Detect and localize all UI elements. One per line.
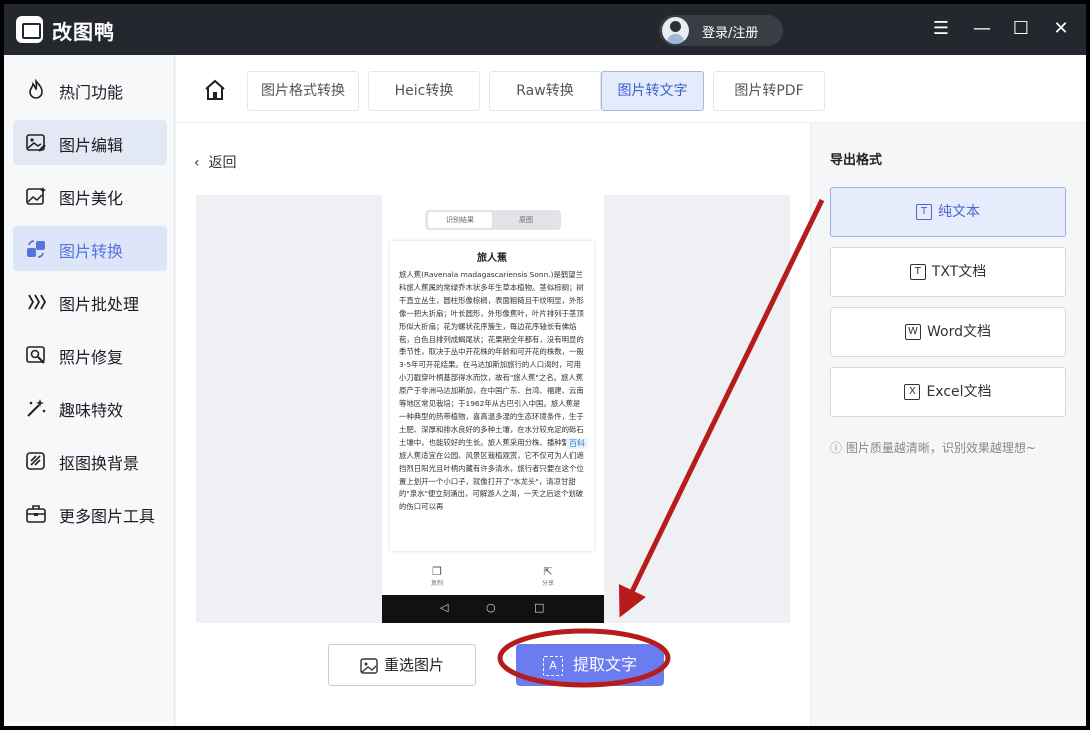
image-icon <box>360 657 378 674</box>
nav-recent-icon: □ <box>534 601 545 614</box>
copy-icon: ❐ <box>432 565 442 578</box>
nav-back-icon: ◁ <box>440 601 449 614</box>
avatar <box>662 17 689 44</box>
reselect-image-button[interactable]: 重选图片 <box>328 644 476 686</box>
export-title: 导出格式 <box>830 153 883 168</box>
reselect-label: 重选图片 <box>383 656 444 674</box>
format-excel[interactable]: X Excel文档 <box>830 367 1066 417</box>
text-icon: T <box>916 204 932 220</box>
maximize-button[interactable]: ☐ <box>1009 17 1033 41</box>
format-plain-text[interactable]: T 纯文本 <box>830 187 1066 237</box>
sidebar-item-label: 图片美化 <box>59 189 124 208</box>
minimize-button[interactable]: — <box>970 17 994 41</box>
app-logo-icon <box>16 16 43 43</box>
doc-title: 旅人蕉 <box>477 253 507 264</box>
sidebar-item-repair[interactable]: 照片修复 <box>13 332 167 377</box>
ocr-icon: A <box>542 655 563 676</box>
app-title: 改图鸭 <box>52 20 115 44</box>
sidebar-item-beautify[interactable]: 图片美化 <box>13 173 167 218</box>
main-content: ‹ 返回 识别结果 原图 旅人蕉 旅人蕉(Ravenala madagascar… <box>176 123 810 726</box>
format-txt[interactable]: T TXT文档 <box>830 247 1066 297</box>
convert-icon <box>27 240 45 258</box>
sidebar-item-label: 图片编辑 <box>59 136 124 155</box>
txt-file-icon: T <box>909 264 926 280</box>
phone-copy: ❐ 复制 <box>422 565 452 587</box>
sidebar-item-hot[interactable]: 热门功能 <box>13 67 167 112</box>
nav-home-icon: ○ <box>486 601 496 614</box>
phone-segment: 识别结果 原图 <box>425 210 561 230</box>
phone-tab-result: 识别结果 <box>428 212 492 228</box>
sidebar-item-edit[interactable]: 图片编辑 <box>13 120 167 165</box>
sidebar-item-label: 图片批处理 <box>59 295 140 314</box>
login-label: 登录/注册 <box>702 26 759 41</box>
sidebar-item-label: 图片转换 <box>59 242 124 261</box>
magic-wand-icon <box>27 399 46 417</box>
baike-badge: 百科 <box>566 438 588 449</box>
ocr-document: 旅人蕉 旅人蕉(Ravenala madagascariensis Sonn.)… <box>390 241 594 551</box>
sidebar-item-cutout[interactable]: 抠图换背景 <box>13 438 167 483</box>
extract-label: 提取文字 <box>572 655 637 674</box>
menu-icon[interactable]: ☰ <box>929 17 953 41</box>
sidebar-item-label: 照片修复 <box>59 348 124 367</box>
phone-share: ⇱ 分享 <box>533 565 563 587</box>
quality-tip: ⓘ 图片质量越清晰，识别效果越理想~ <box>830 441 1036 455</box>
tab-image-to-pdf[interactable]: 图片转PDF <box>713 71 825 111</box>
word-file-icon: W <box>905 324 921 340</box>
tab-heic[interactable]: Heic转换 <box>368 71 480 111</box>
toolbox-icon <box>26 505 46 523</box>
format-word[interactable]: W Word文档 <box>830 307 1066 357</box>
chevron-left-icon: ‹ <box>194 155 200 171</box>
tab-bar: 图片格式转换 Heic转换 Raw转换 图片转文字 图片转PDF <box>176 55 1086 123</box>
sidebar-item-label: 趣味特效 <box>59 401 124 420</box>
sidebar: 热门功能 图片编辑 图片美化 图片转换 图片批处理 照片修复 趣味特效 抠图换背… <box>4 55 175 726</box>
sidebar-item-label: 更多图片工具 <box>59 507 156 526</box>
close-button[interactable]: ✕ <box>1049 17 1073 41</box>
tab-format-convert[interactable]: 图片格式转换 <box>247 71 359 111</box>
app-window: 改图鸭 登录/注册 ☰ — ☐ ✕ 热门功能 图片编辑 图片美化 图片转换 图片… <box>4 4 1086 726</box>
cutout-icon <box>26 452 45 470</box>
sidebar-item-label: 抠图换背景 <box>59 454 140 473</box>
batch-icon <box>28 294 47 310</box>
login-button[interactable]: 登录/注册 <box>659 15 783 46</box>
phone-nav-bar: ◁ ○ □ <box>382 595 604 623</box>
extract-text-button[interactable]: A 提取文字 <box>516 644 664 686</box>
home-icon[interactable] <box>203 78 227 102</box>
excel-file-icon: X <box>904 384 921 400</box>
export-panel: 导出格式 T 纯文本 T TXT文档 W Word文档 X Excel文档 ⓘ 图片质量… <box>810 123 1086 726</box>
back-label: 返回 <box>208 155 237 171</box>
sidebar-item-more-tools[interactable]: 更多图片工具 <box>13 491 167 536</box>
sidebar-item-convert[interactable]: 图片转换 <box>13 226 167 271</box>
format-label: TXT文档 <box>931 264 987 280</box>
phone-tab-original: 原图 <box>519 216 533 224</box>
flame-icon <box>29 79 43 99</box>
sidebar-item-label: 热门功能 <box>59 83 124 102</box>
share-icon: ⇱ <box>543 565 553 578</box>
back-link[interactable]: ‹ 返回 <box>194 152 237 172</box>
image-preview: 识别结果 原图 旅人蕉 旅人蕉(Ravenala madagascariensi… <box>196 195 790 623</box>
title-bar: 改图鸭 登录/注册 ☰ — ☐ ✕ <box>4 4 1086 55</box>
sidebar-item-batch[interactable]: 图片批处理 <box>13 279 167 324</box>
tab-raw[interactable]: Raw转换 <box>489 71 601 111</box>
image-beautify-icon <box>26 187 46 205</box>
image-edit-icon <box>26 134 46 152</box>
sidebar-item-effects[interactable]: 趣味特效 <box>13 385 167 430</box>
format-label: Word文档 <box>927 324 991 340</box>
doc-body: 旅人蕉(Ravenala madagascariensis Sonn.)是鹤望兰… <box>399 270 584 512</box>
repair-icon <box>26 346 45 364</box>
format-label: 纯文本 <box>938 204 980 220</box>
format-label: Excel文档 <box>926 384 992 400</box>
tab-image-to-text[interactable]: 图片转文字 <box>601 71 704 111</box>
phone-bottom-bar: ❐ 复制 ⇱ 分享 <box>382 559 604 595</box>
screenshot-preview: 识别结果 原图 旅人蕉 旅人蕉(Ravenala madagascariensi… <box>382 195 604 623</box>
